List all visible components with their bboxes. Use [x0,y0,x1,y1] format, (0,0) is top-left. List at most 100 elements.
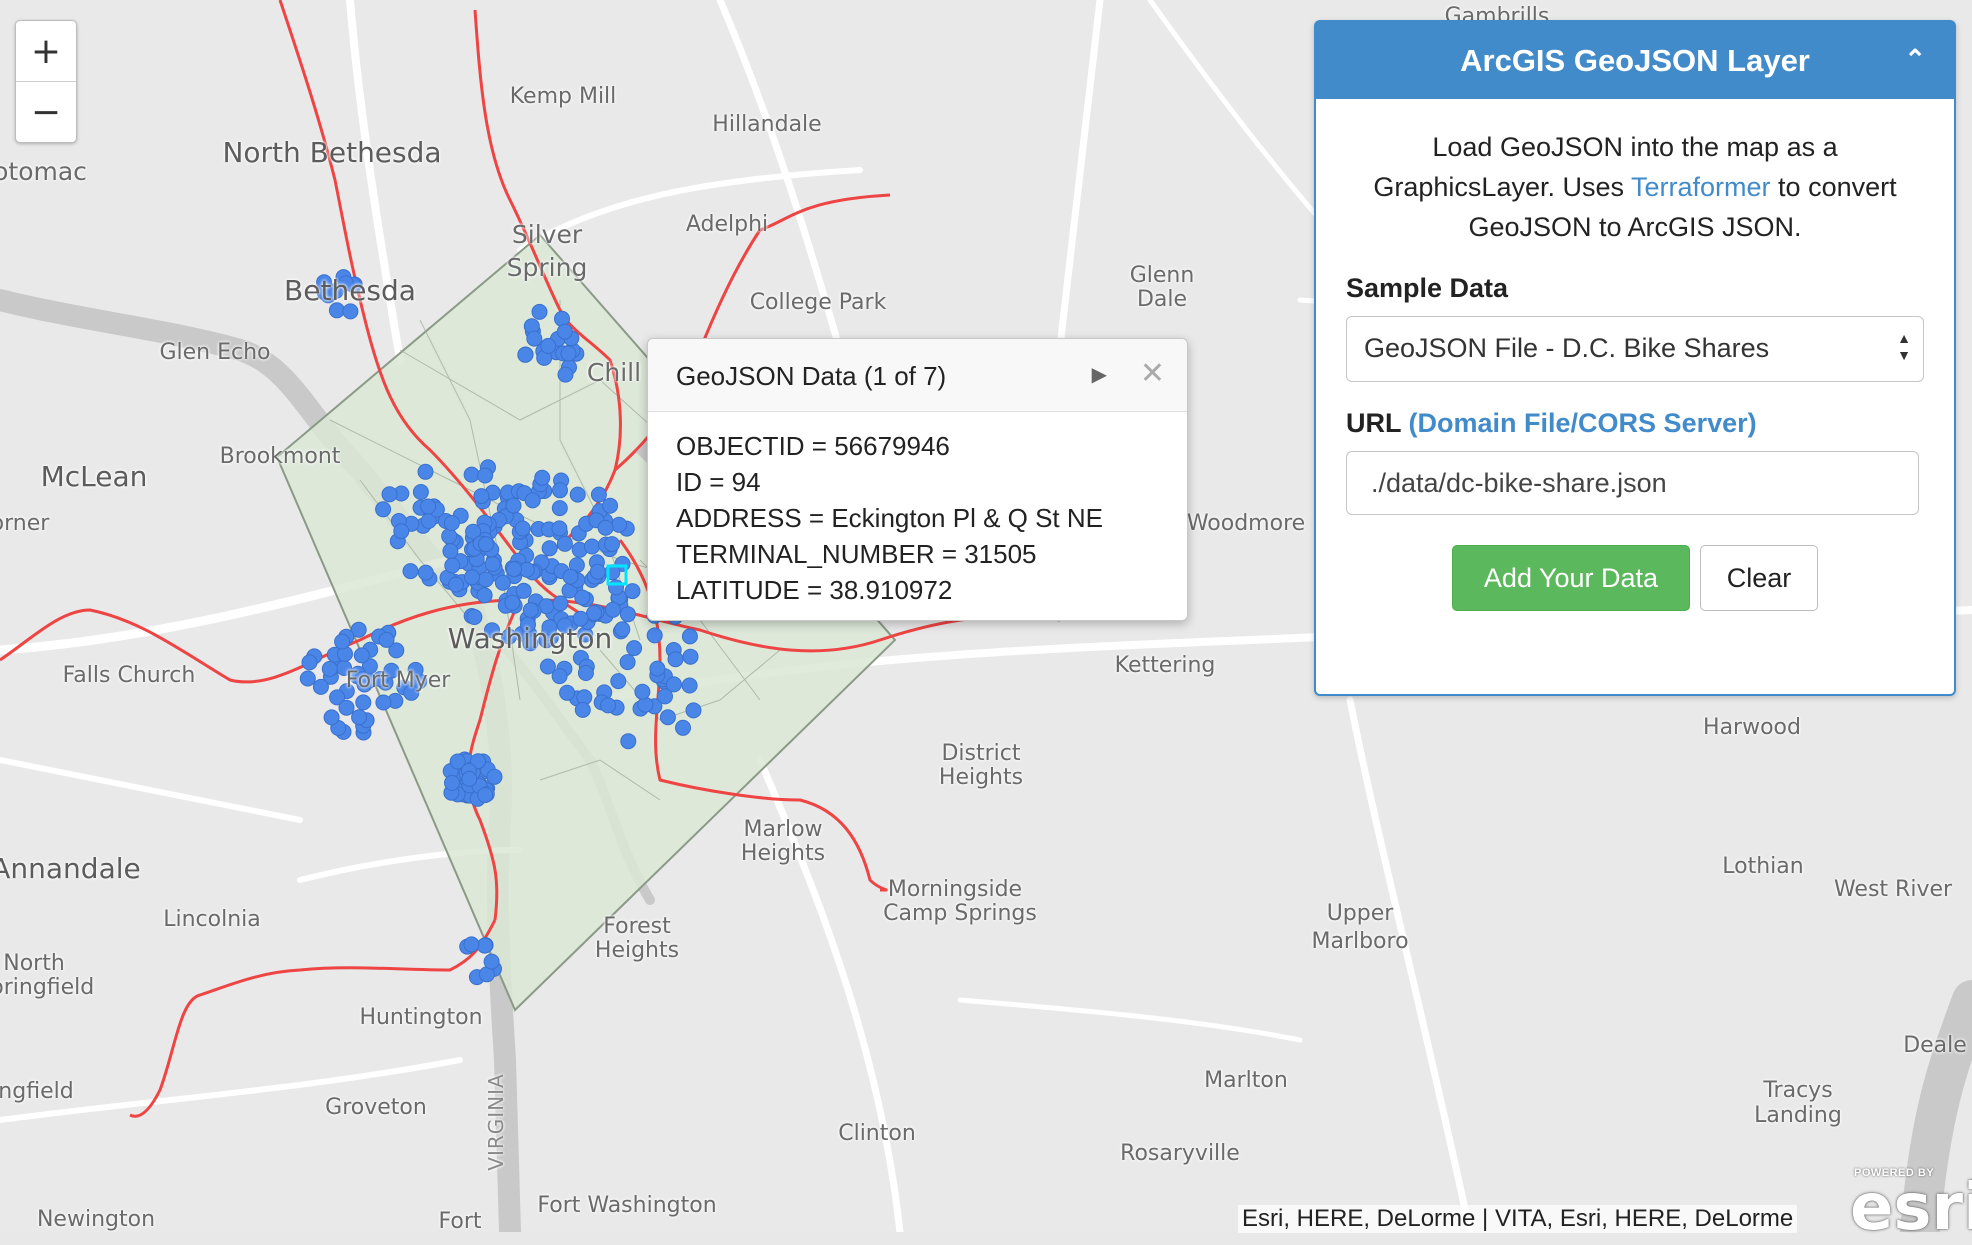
bike-share-point[interactable] [551,668,568,685]
bike-share-point[interactable] [649,660,666,677]
bike-share-point[interactable] [412,484,429,500]
bike-share-point[interactable] [667,651,684,668]
bike-share-point[interactable] [681,628,698,645]
bike-share-point[interactable] [620,733,637,750]
bike-share-point[interactable] [560,345,577,362]
bike-share-point[interactable] [611,516,627,533]
bike-share-point[interactable] [646,627,663,644]
bike-share-point[interactable] [441,528,458,545]
bike-share-point[interactable] [515,582,532,599]
bike-share-point[interactable] [393,523,410,540]
bike-share-point[interactable] [569,486,586,503]
bike-share-point[interactable] [461,770,478,787]
bike-share-point[interactable] [312,678,329,695]
bike-share-point[interactable] [301,654,318,671]
bike-share-point[interactable] [375,501,392,518]
terraformer-link[interactable]: Terraformer [1631,172,1771,202]
bike-share-point[interactable] [551,520,568,537]
bike-share-point[interactable] [478,536,494,553]
bike-share-point[interactable] [351,709,368,726]
bike-share-point[interactable] [473,488,490,505]
bike-share-point[interactable] [584,538,600,555]
bike-share-point[interactable] [375,694,392,711]
bike-share-point[interactable] [505,497,522,514]
bike-share-point[interactable] [551,500,568,517]
bike-share-point[interactable] [494,574,511,591]
bike-share-point[interactable] [381,486,398,503]
bike-share-point[interactable] [540,337,557,354]
bike-share-point[interactable] [624,583,641,600]
bike-share-point[interactable] [552,482,568,499]
bike-share-point[interactable] [355,694,372,711]
bike-share-point[interactable] [477,787,494,804]
bike-share-point[interactable] [444,557,461,574]
bike-share-point[interactable] [486,768,503,785]
bike-share-point[interactable] [420,498,437,515]
bike-share-point[interactable] [442,543,459,560]
bike-share-point[interactable] [681,677,698,694]
bike-share-point[interactable] [556,535,573,552]
bike-share-point[interactable] [657,688,673,705]
bike-share-point[interactable] [608,579,624,596]
bike-share-point[interactable] [483,953,500,970]
bike-share-point[interactable] [402,563,419,580]
bike-share-point[interactable] [463,466,480,483]
bike-share-point[interactable] [534,469,551,486]
bike-share-point[interactable] [506,561,522,578]
bike-share-point[interactable] [531,303,548,320]
bike-share-point[interactable] [484,556,501,573]
clear-button[interactable]: Clear [1700,545,1818,611]
bike-share-point[interactable] [610,673,627,690]
bike-share-point[interactable] [619,606,636,623]
bike-share-point[interactable] [604,601,621,618]
bike-share-point[interactable] [675,719,691,736]
bike-share-point[interactable] [557,366,574,383]
bike-share-point[interactable] [604,536,620,553]
close-icon[interactable]: ✕ [1140,356,1165,391]
sample-data-select[interactable]: GeoJSON File - D.C. Bike Shares ▲ ▼ [1346,316,1924,382]
bike-share-point[interactable] [464,569,480,586]
bike-share-point[interactable] [522,602,539,619]
bike-share-point[interactable] [417,463,434,480]
bike-share-point[interactable] [443,515,460,531]
bike-share-point[interactable] [444,774,460,791]
bike-share-point[interactable] [504,594,521,611]
bike-share-point[interactable] [477,571,494,588]
bike-share-point[interactable] [541,540,558,557]
bike-share-point[interactable] [577,665,594,681]
bike-share-point[interactable] [353,647,370,664]
bike-share-point[interactable] [556,323,573,340]
bike-share-point[interactable] [514,520,531,537]
bike-share-point[interactable] [417,564,434,581]
bike-share-point[interactable] [586,605,603,622]
bike-share-point[interactable] [321,660,338,677]
bike-share-point[interactable] [299,670,316,687]
bike-share-point[interactable] [524,492,541,509]
bike-share-point[interactable] [590,486,607,503]
bike-share-point[interactable] [323,709,340,726]
bike-share-point[interactable] [634,683,651,700]
bike-share-point[interactable] [685,702,702,719]
zoom-in-button[interactable]: + [16,21,76,81]
bike-share-point[interactable] [626,640,643,657]
bike-share-point[interactable] [600,697,617,714]
bike-share-point[interactable] [614,621,631,638]
add-data-button[interactable]: Add Your Data [1452,545,1690,611]
url-input[interactable] [1346,451,1919,515]
bike-share-point[interactable] [517,346,534,363]
bike-share-point[interactable] [378,631,395,648]
bike-share-point[interactable] [637,696,654,713]
bike-share-point[interactable] [338,699,355,716]
bike-share-point[interactable] [477,467,494,484]
bike-share-point[interactable] [602,497,619,514]
bike-share-point[interactable] [597,519,614,536]
bike-share-point[interactable] [476,587,493,604]
bike-share-point[interactable] [476,937,493,954]
bike-share-point[interactable] [619,654,636,671]
bike-share-point[interactable] [463,936,480,953]
bike-share-point[interactable] [448,576,464,593]
bike-share-point[interactable] [552,595,569,612]
bike-share-point[interactable] [334,633,351,650]
bike-share-point[interactable] [559,684,576,701]
zoom-out-button[interactable]: − [16,82,76,142]
